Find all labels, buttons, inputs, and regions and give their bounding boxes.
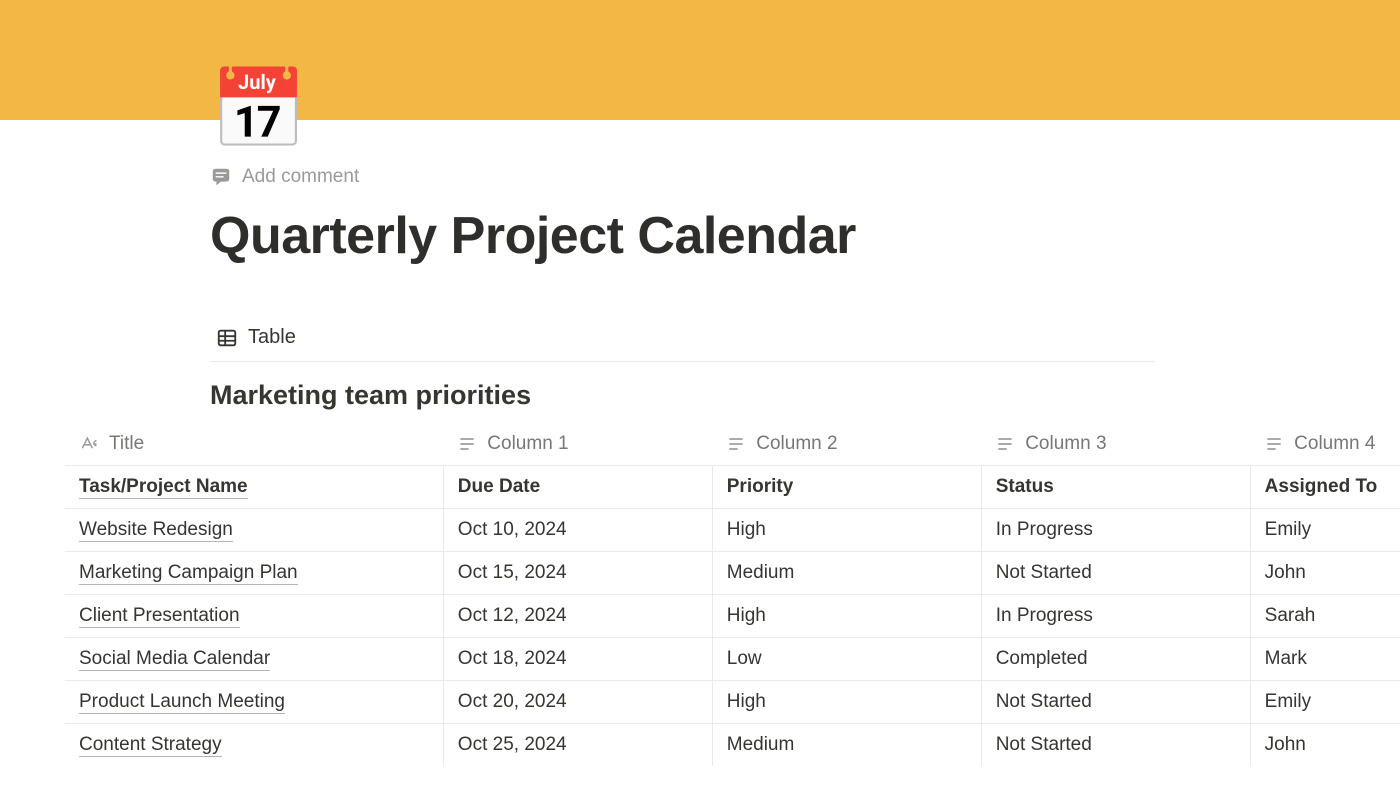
cell-col4[interactable]: Mark bbox=[1250, 638, 1400, 681]
row-title-text[interactable]: Website Redesign bbox=[79, 519, 233, 542]
cell-col3[interactable]: Not Started bbox=[981, 724, 1250, 767]
cell-title[interactable]: Task/Project Name bbox=[65, 466, 443, 509]
cell-title[interactable]: Marketing Campaign Plan bbox=[65, 552, 443, 595]
cell-col1[interactable]: Due Date bbox=[443, 466, 712, 509]
column-header-label: Title bbox=[109, 433, 144, 455]
cell-col4[interactable]: Emily bbox=[1250, 681, 1400, 724]
table-row[interactable]: Content Strategy Oct 25, 2024MediumNot St… bbox=[65, 724, 1400, 767]
cell-col3[interactable]: Not Started bbox=[981, 552, 1250, 595]
view-tab-label: Table bbox=[248, 326, 296, 349]
cell-title[interactable]: Client Presentation bbox=[65, 595, 443, 638]
cell-col3[interactable]: Status bbox=[981, 466, 1250, 509]
cell-title[interactable]: Product Launch Meeting bbox=[65, 681, 443, 724]
speech-bubble-icon bbox=[210, 166, 232, 188]
cell-col2[interactable]: High bbox=[712, 681, 981, 724]
cell-col3[interactable]: Completed bbox=[981, 638, 1250, 681]
row-title-text[interactable]: Content Strategy bbox=[79, 734, 222, 757]
cell-col3[interactable]: Not Started bbox=[981, 681, 1250, 724]
column-header-col2[interactable]: Column 2 bbox=[726, 433, 967, 455]
table-body: Task/Project Name Due DatePriorityStatusA… bbox=[65, 466, 1400, 767]
column-header-label: Column 2 bbox=[756, 433, 837, 455]
cell-col4[interactable]: John bbox=[1250, 552, 1400, 595]
row-title-text[interactable]: Client Presentation bbox=[79, 605, 240, 628]
cell-col3[interactable]: In Progress bbox=[981, 595, 1250, 638]
title-property-icon bbox=[79, 434, 99, 454]
table-row[interactable]: Task/Project Name Due DatePriorityStatusA… bbox=[65, 466, 1400, 509]
cell-col4[interactable]: Assigned To bbox=[1250, 466, 1400, 509]
cell-col2[interactable]: High bbox=[712, 509, 981, 552]
row-title-text[interactable]: Task/Project Name bbox=[79, 476, 248, 499]
column-header-col1[interactable]: Column 1 bbox=[457, 433, 698, 455]
cell-title[interactable]: Website Redesign bbox=[65, 509, 443, 552]
table-row[interactable]: Social Media Calendar Oct 18, 2024LowComp… bbox=[65, 638, 1400, 681]
cell-col4[interactable]: John bbox=[1250, 724, 1400, 767]
page-title[interactable]: Quarterly Project Calendar bbox=[210, 206, 1360, 266]
table-icon bbox=[216, 327, 238, 349]
cell-title[interactable]: Content Strategy bbox=[65, 724, 443, 767]
cell-col4[interactable]: Emily bbox=[1250, 509, 1400, 552]
cell-col2[interactable]: Medium bbox=[712, 724, 981, 767]
page-icon[interactable]: 📅 bbox=[210, 70, 307, 148]
column-header-label: Column 1 bbox=[487, 433, 568, 455]
cell-title[interactable]: Social Media Calendar bbox=[65, 638, 443, 681]
cell-col2[interactable]: Priority bbox=[712, 466, 981, 509]
view-tab-table[interactable]: Table bbox=[210, 326, 296, 349]
row-title-text[interactable]: Product Launch Meeting bbox=[79, 691, 285, 714]
table-row[interactable]: Marketing Campaign Plan Oct 15, 2024Mediu… bbox=[65, 552, 1400, 595]
cell-col1[interactable]: Oct 20, 2024 bbox=[443, 681, 712, 724]
cell-col3[interactable]: In Progress bbox=[981, 509, 1250, 552]
table-row[interactable]: Client Presentation Oct 12, 2024HighIn Pr… bbox=[65, 595, 1400, 638]
cell-col1[interactable]: Oct 10, 2024 bbox=[443, 509, 712, 552]
table-row[interactable]: Website Redesign Oct 10, 2024HighIn Progr… bbox=[65, 509, 1400, 552]
column-header-title[interactable]: Title bbox=[79, 433, 429, 455]
cell-col2[interactable]: High bbox=[712, 595, 981, 638]
text-property-icon bbox=[1264, 434, 1284, 454]
cell-col1[interactable]: Oct 18, 2024 bbox=[443, 638, 712, 681]
cell-col2[interactable]: Low bbox=[712, 638, 981, 681]
add-comment-button[interactable]: Add comment bbox=[210, 166, 1360, 188]
add-comment-label: Add comment bbox=[242, 166, 359, 188]
database-table: Title Column 1 bbox=[65, 425, 1400, 766]
cell-col1[interactable]: Oct 15, 2024 bbox=[443, 552, 712, 595]
table-row[interactable]: Product Launch Meeting Oct 20, 2024HighNo… bbox=[65, 681, 1400, 724]
column-header-label: Column 3 bbox=[1025, 433, 1106, 455]
text-property-icon bbox=[995, 434, 1015, 454]
row-title-text[interactable]: Marketing Campaign Plan bbox=[79, 562, 298, 585]
column-header-col3[interactable]: Column 3 bbox=[995, 433, 1236, 455]
column-header-label: Column 4 bbox=[1294, 433, 1375, 455]
database-title[interactable]: Marketing team priorities bbox=[210, 380, 1360, 411]
cell-col4[interactable]: Sarah bbox=[1250, 595, 1400, 638]
row-title-text[interactable]: Social Media Calendar bbox=[79, 648, 270, 671]
cell-col1[interactable]: Oct 12, 2024 bbox=[443, 595, 712, 638]
view-tabs: Table bbox=[210, 326, 1155, 362]
cell-col1[interactable]: Oct 25, 2024 bbox=[443, 724, 712, 767]
cell-col2[interactable]: Medium bbox=[712, 552, 981, 595]
text-property-icon bbox=[457, 434, 477, 454]
column-header-col4[interactable]: Column 4 bbox=[1264, 433, 1386, 455]
text-property-icon bbox=[726, 434, 746, 454]
